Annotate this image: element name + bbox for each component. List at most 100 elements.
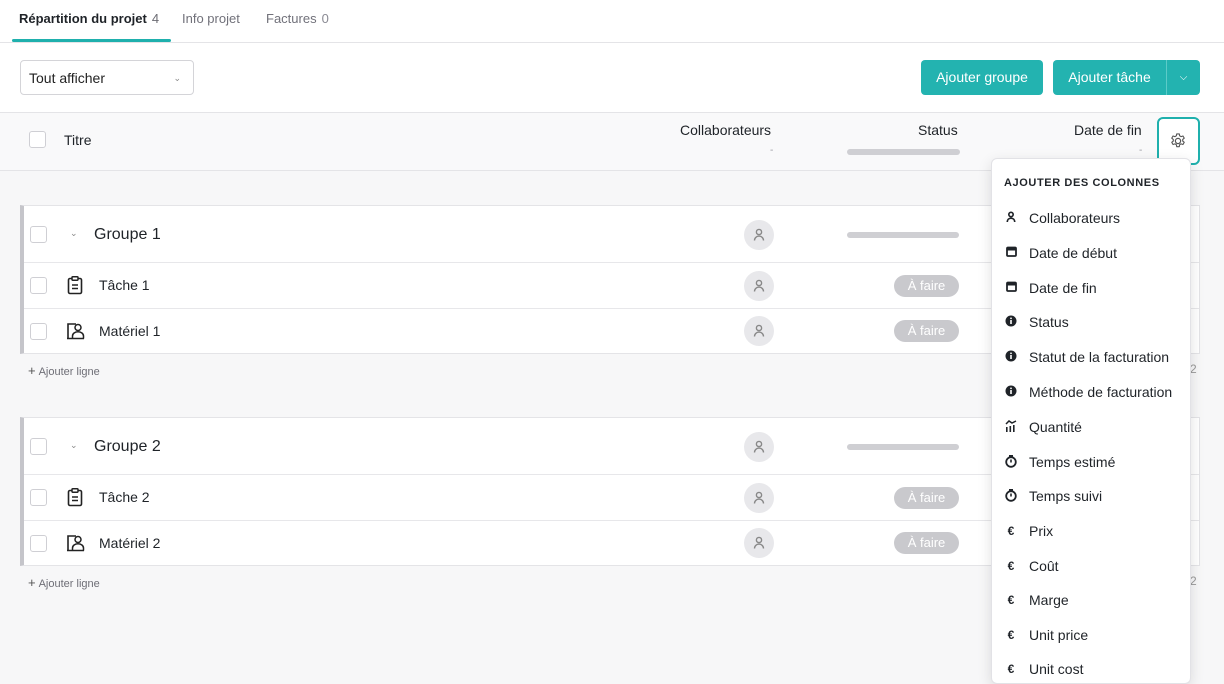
menu-item-label: Prix <box>1029 523 1054 539</box>
person-icon <box>753 228 765 241</box>
menu-item-prix[interactable]: € Prix <box>992 516 1190 546</box>
info-icon <box>1004 350 1018 364</box>
avatar[interactable] <box>744 316 774 346</box>
status-badge[interactable]: À faire <box>894 275 959 297</box>
menu-item-status[interactable]: Status <box>992 307 1190 337</box>
menu-item-label: Méthode de facturation <box>1029 384 1173 400</box>
menu-item-label: Status <box>1029 314 1069 330</box>
group-status-bar <box>847 232 959 238</box>
menu-title: AJOUTER DES COLONNES <box>1004 177 1160 189</box>
menu-item-date-fin[interactable]: Date de fin <box>992 273 1190 303</box>
quantity-icon <box>1004 420 1018 434</box>
menu-item-quantite[interactable]: Quantité <box>992 412 1190 442</box>
column-collaborators[interactable]: Collaborateurs <box>680 122 771 138</box>
euro-icon: € <box>1007 628 1015 642</box>
hidden-column-value: 2 <box>1190 362 1197 376</box>
material-icon <box>67 535 85 552</box>
row-checkbox[interactable] <box>30 323 47 340</box>
menu-item-label: Collaborateurs <box>1029 210 1121 226</box>
menu-item-unit-cost[interactable]: € Unit cost <box>992 654 1190 683</box>
status-badge[interactable]: À faire <box>894 487 959 509</box>
tab-info-projet[interactable]: Info projet <box>182 11 240 26</box>
menu-item-label: Coût <box>1029 558 1059 574</box>
add-group-button[interactable]: Ajouter groupe <box>921 60 1043 95</box>
row-checkbox[interactable] <box>30 277 47 294</box>
select-all-checkbox[interactable] <box>29 131 46 148</box>
add-task-button[interactable]: Ajouter tâche <box>1053 60 1166 95</box>
avatar[interactable] <box>744 432 774 462</box>
menu-item-date-debut[interactable]: Date de début <box>992 238 1190 268</box>
tab-repartition[interactable]: Répartition du projet 4 <box>19 11 159 26</box>
avatar[interactable] <box>744 271 774 301</box>
gear-icon <box>1171 133 1185 148</box>
group-checkbox[interactable] <box>30 226 47 243</box>
menu-item-label: Statut de la facturation <box>1029 349 1170 365</box>
group-title[interactable]: Groupe 2 <box>94 438 161 456</box>
menu-item-collaborateurs[interactable]: Collaborateurs <box>992 203 1190 233</box>
person-icon <box>753 440 765 453</box>
column-end-date[interactable]: Date de fin <box>1074 122 1142 138</box>
euro-icon: € <box>1007 593 1015 607</box>
avatar[interactable] <box>744 220 774 250</box>
tab-label: Répartition du projet <box>19 11 147 26</box>
euro-icon: € <box>1007 524 1015 538</box>
row-checkbox[interactable] <box>30 489 47 506</box>
filter-select[interactable]: Tout afficher ⌄ <box>20 60 194 95</box>
plus-icon: + <box>28 363 36 378</box>
column-end-date-summary: - <box>1139 145 1143 156</box>
tab-count: 0 <box>321 11 329 26</box>
clipboard-icon <box>67 276 83 295</box>
collapse-chevron-icon[interactable]: ⌄ <box>70 440 78 451</box>
status-summary-bar <box>847 149 960 155</box>
row-title[interactable]: Matériel 2 <box>99 535 160 551</box>
add-line-button[interactable]: + Ajouter ligne <box>28 363 100 378</box>
row-checkbox[interactable] <box>30 535 47 552</box>
menu-item-label: Unit cost <box>1029 661 1084 677</box>
info-icon <box>1004 385 1018 399</box>
column-title: Titre <box>64 132 92 148</box>
tab-count: 4 <box>151 11 160 26</box>
row-title[interactable]: Tâche 1 <box>99 277 150 293</box>
avatar[interactable] <box>744 528 774 558</box>
person-icon <box>753 324 765 337</box>
menu-item-cout[interactable]: € Coût <box>992 551 1190 581</box>
add-line-button[interactable]: + Ajouter ligne <box>28 575 100 590</box>
tab-factures[interactable]: Factures 0 <box>266 11 329 26</box>
menu-item-marge[interactable]: € Marge <box>992 585 1190 615</box>
person-icon <box>1004 211 1018 225</box>
person-icon <box>753 491 765 504</box>
person-icon <box>753 279 765 292</box>
menu-item-label: Quantité <box>1029 419 1082 435</box>
plus-icon: + <box>28 575 36 590</box>
add-line-label: Ajouter ligne <box>38 366 100 378</box>
status-badge[interactable]: À faire <box>894 320 959 342</box>
avatar[interactable] <box>744 483 774 513</box>
menu-item-label: Marge <box>1029 592 1069 608</box>
menu-item-label: Date de fin <box>1029 280 1097 296</box>
group-checkbox[interactable] <box>30 438 47 455</box>
add-columns-menu: AJOUTER DES COLONNES Collaborateurs Date… <box>991 158 1191 684</box>
add-line-label: Ajouter ligne <box>38 578 100 590</box>
menu-item-label: Date de début <box>1029 245 1117 261</box>
menu-item-methode-facturation[interactable]: Méthode de facturation <box>992 377 1190 407</box>
timer-icon <box>1004 455 1018 469</box>
euro-icon: € <box>1007 662 1015 676</box>
tab-label: Info projet <box>182 11 240 26</box>
row-title[interactable]: Tâche 2 <box>99 489 150 505</box>
active-tab-indicator <box>12 39 171 42</box>
menu-item-unit-price[interactable]: € Unit price <box>992 620 1190 650</box>
collapse-chevron-icon[interactable]: ⌄ <box>70 228 78 239</box>
menu-item-temps-estime[interactable]: Temps estimé <box>992 447 1190 477</box>
calendar-icon <box>1004 281 1018 295</box>
tab-label: Factures <box>266 11 317 26</box>
column-status[interactable]: Status <box>918 122 958 138</box>
status-badge[interactable]: À faire <box>894 532 959 554</box>
clipboard-icon <box>67 488 83 507</box>
menu-item-statut-facturation[interactable]: Statut de la facturation <box>992 342 1190 372</box>
euro-icon: € <box>1007 559 1015 573</box>
add-task-menu-button[interactable]: ⌵ <box>1166 60 1200 95</box>
menu-item-temps-suivi[interactable]: Temps suivi <box>992 481 1190 511</box>
menu-item-label: Temps suivi <box>1029 488 1103 504</box>
group-title[interactable]: Groupe 1 <box>94 226 161 244</box>
row-title[interactable]: Matériel 1 <box>99 323 160 339</box>
